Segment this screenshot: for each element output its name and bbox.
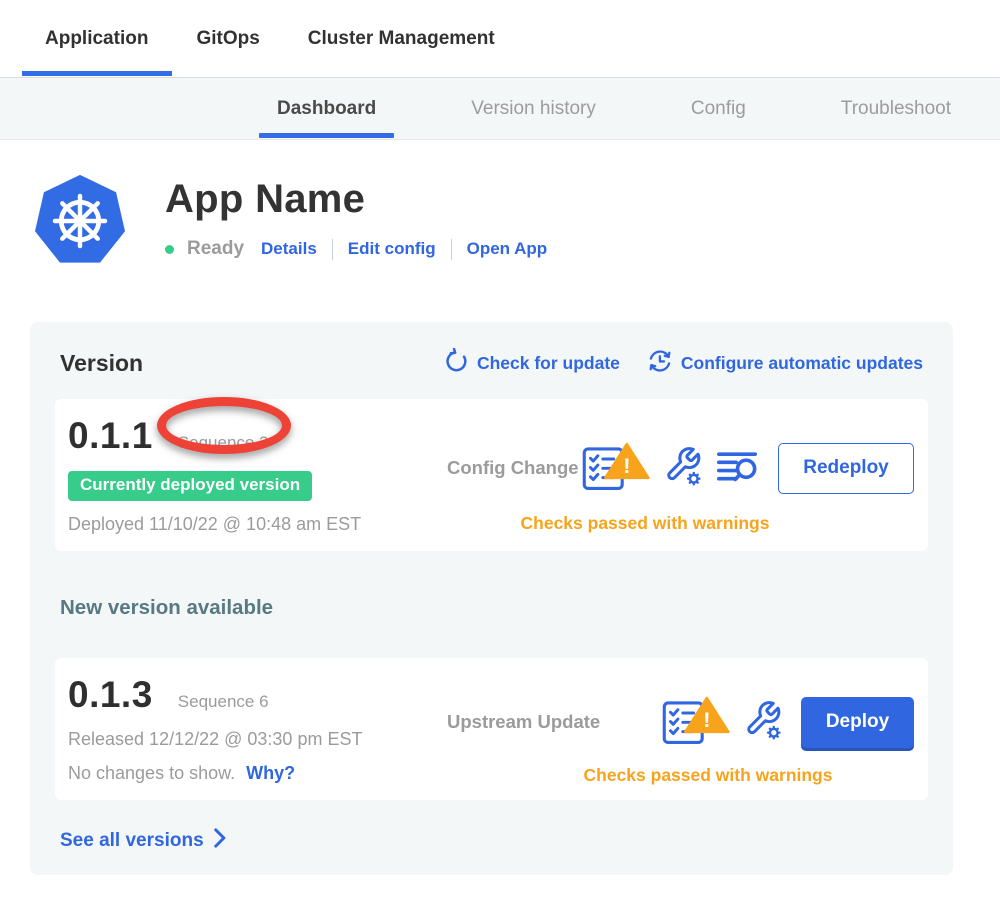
why-link[interactable]: Why? bbox=[246, 763, 295, 783]
chevron-right-icon bbox=[213, 828, 226, 854]
new-version-number: 0.1.3 bbox=[68, 674, 153, 716]
view-files-icon[interactable] bbox=[715, 446, 759, 491]
new-version-card: 0.1.3 Sequence 6 Released 12/12/22 @ 03:… bbox=[55, 658, 928, 800]
tab-version-history[interactable]: Version history bbox=[471, 98, 596, 120]
preflight-checks-icon[interactable]: ! bbox=[581, 442, 651, 495]
version-panel-title: Version bbox=[60, 350, 143, 377]
edit-config-link[interactable]: Edit config bbox=[348, 239, 436, 259]
version-panel: Version Check for update bbox=[30, 322, 953, 875]
current-version-number: 0.1.1 bbox=[68, 415, 153, 457]
svg-text:!: ! bbox=[623, 452, 630, 477]
redeploy-button[interactable]: Redeploy bbox=[778, 443, 914, 494]
current-version-card: 0.1.1 Sequence 3 Currently deployed vers… bbox=[55, 399, 928, 551]
app-status: Ready bbox=[187, 238, 244, 260]
kubernetes-logo bbox=[30, 171, 130, 276]
details-link[interactable]: Details bbox=[261, 239, 317, 259]
tab-config[interactable]: Config bbox=[691, 98, 746, 120]
current-version-source: Config Change bbox=[447, 457, 579, 479]
open-app-link[interactable]: Open App bbox=[467, 239, 548, 259]
check-for-update-link[interactable]: Check for update bbox=[443, 348, 620, 379]
deploy-button[interactable]: Deploy bbox=[801, 697, 914, 748]
tab-dashboard[interactable]: Dashboard bbox=[277, 98, 376, 120]
refresh-icon bbox=[443, 348, 469, 379]
see-all-versions-link[interactable]: See all versions bbox=[60, 828, 226, 854]
svg-text:!: ! bbox=[703, 706, 710, 731]
status-dot bbox=[165, 245, 174, 254]
new-version-source: Upstream Update bbox=[447, 711, 600, 733]
page-title: App Name bbox=[165, 177, 547, 222]
new-version-heading: New version available bbox=[60, 596, 953, 620]
primary-nav: Application GitOps Cluster Management bbox=[0, 0, 1000, 77]
current-version-sequence: Sequence 3 bbox=[178, 433, 269, 453]
new-preflight-status: Checks passed with warnings bbox=[578, 765, 838, 786]
configure-automatic-updates-link[interactable]: Configure automatic updates bbox=[647, 348, 923, 379]
new-version-sequence: Sequence 6 bbox=[178, 692, 269, 712]
tab-troubleshoot[interactable]: Troubleshoot bbox=[841, 98, 951, 120]
preflight-checks-icon[interactable]: ! bbox=[661, 696, 731, 749]
deployed-timestamp: Deployed 11/10/22 @ 10:48 am EST bbox=[68, 514, 415, 535]
tab-application[interactable]: Application bbox=[45, 28, 148, 50]
no-changes-text: No changes to show. bbox=[68, 763, 235, 783]
current-preflight-status: Checks passed with warnings bbox=[515, 513, 775, 534]
app-header: App Name Ready Details Edit config Open … bbox=[0, 140, 1000, 276]
config-wrench-icon[interactable] bbox=[744, 698, 782, 747]
released-timestamp: Released 12/12/22 @ 03:30 pm EST bbox=[68, 729, 415, 750]
config-wrench-icon[interactable] bbox=[664, 444, 702, 493]
tab-cluster-management[interactable]: Cluster Management bbox=[308, 28, 495, 50]
currently-deployed-badge: Currently deployed version bbox=[68, 471, 312, 501]
tab-gitops[interactable]: GitOps bbox=[196, 28, 259, 50]
clock-refresh-icon bbox=[647, 348, 673, 379]
divider bbox=[451, 239, 452, 260]
divider bbox=[332, 239, 333, 260]
app-sub-nav: Dashboard Version history Config Trouble… bbox=[0, 77, 1000, 140]
